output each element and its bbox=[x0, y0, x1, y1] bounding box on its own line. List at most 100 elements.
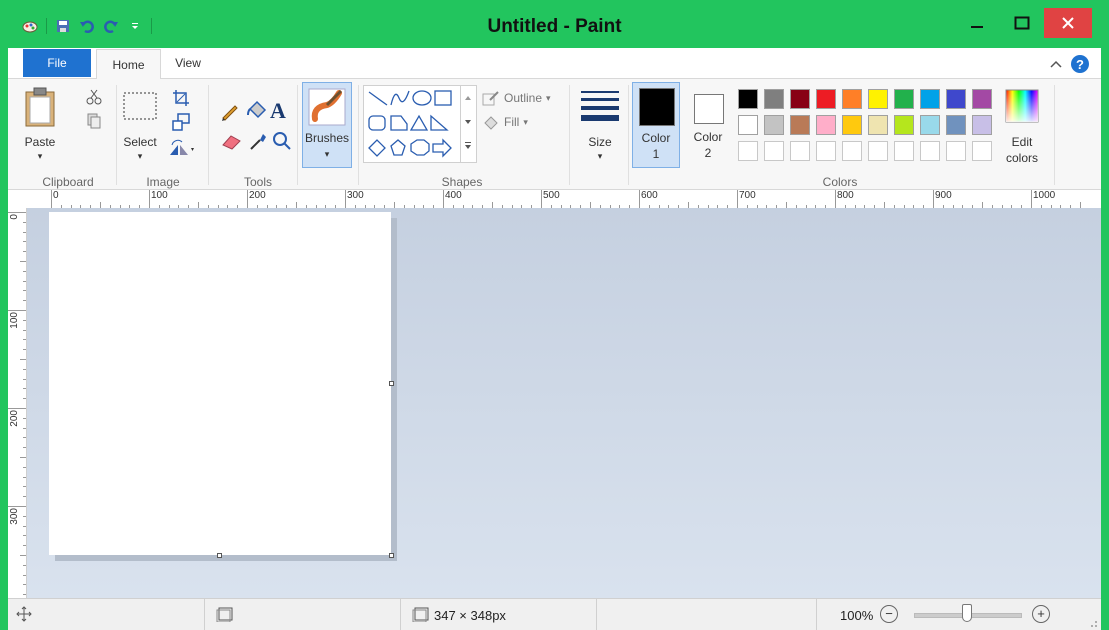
palette-swatch[interactable] bbox=[868, 115, 888, 135]
palette-swatch[interactable] bbox=[816, 115, 836, 135]
brush-icon bbox=[308, 88, 346, 126]
ruler-v-label: 200 bbox=[9, 410, 20, 427]
palette-swatch[interactable] bbox=[972, 115, 992, 135]
close-button[interactable] bbox=[1044, 8, 1092, 38]
paste-label: Paste bbox=[24, 135, 56, 149]
shapes-scroll[interactable] bbox=[460, 86, 477, 162]
palette-swatch[interactable] bbox=[764, 115, 784, 135]
custom-color-slot[interactable] bbox=[920, 141, 940, 161]
palette-swatch[interactable] bbox=[972, 89, 992, 109]
shapes-icons bbox=[368, 90, 452, 158]
resize-icon[interactable] bbox=[172, 113, 190, 131]
collapse-ribbon-button[interactable] bbox=[1048, 56, 1064, 72]
magnifier-icon[interactable] bbox=[272, 131, 292, 151]
copy-icon[interactable] bbox=[86, 113, 102, 129]
canvas-size-readout: 347 × 348px bbox=[434, 608, 506, 623]
shapes-gallery[interactable] bbox=[363, 85, 477, 163]
ruler-h-label: 800 bbox=[837, 190, 854, 201]
palette-swatch[interactable] bbox=[738, 115, 758, 135]
size-button[interactable]: Size ▾ bbox=[574, 85, 626, 165]
tab-home[interactable]: Home bbox=[96, 49, 161, 79]
select-button[interactable]: Select ▾ bbox=[118, 85, 162, 165]
chevron-up-icon bbox=[1050, 60, 1062, 68]
size-icon bbox=[581, 91, 619, 121]
palette-swatch[interactable] bbox=[946, 89, 966, 109]
palette-swatch[interactable] bbox=[868, 89, 888, 109]
paint-window: Untitled - Paint File Home View ? Paste bbox=[0, 0, 1109, 630]
ruler-h-label: 300 bbox=[347, 190, 364, 201]
brushes-button[interactable]: Brushes ▾ bbox=[302, 82, 352, 168]
custom-color-slot[interactable] bbox=[972, 141, 992, 161]
resize-handle-bottom[interactable] bbox=[217, 553, 222, 558]
color1-button[interactable]: Color 1 bbox=[632, 82, 680, 168]
status-bar: 347 × 348px 100% − + bbox=[8, 598, 1101, 630]
custom-color-slot[interactable] bbox=[894, 141, 914, 161]
zoom-in-button[interactable]: + bbox=[1032, 605, 1050, 623]
crop-icon[interactable] bbox=[172, 89, 190, 107]
palette-swatch[interactable] bbox=[816, 89, 836, 109]
shapes-group-label: Shapes bbox=[441, 175, 483, 189]
resize-handle-right[interactable] bbox=[389, 381, 394, 386]
zoom-out-button[interactable]: − bbox=[880, 605, 898, 623]
fill-bucket-icon[interactable] bbox=[246, 99, 268, 121]
custom-color-slot[interactable] bbox=[868, 141, 888, 161]
custom-color-slot[interactable] bbox=[816, 141, 836, 161]
ribbon-tabs: File Home View ? bbox=[8, 48, 1101, 79]
tab-view[interactable]: View bbox=[164, 49, 212, 77]
custom-color-slot[interactable] bbox=[946, 141, 966, 161]
color1-number: 1 bbox=[652, 147, 660, 161]
drawing-canvas[interactable] bbox=[49, 212, 391, 555]
palette-swatch[interactable] bbox=[946, 115, 966, 135]
palette-swatch[interactable] bbox=[920, 115, 940, 135]
vertical-ruler: 0 100 200 300 bbox=[8, 208, 27, 598]
outline-icon bbox=[482, 91, 499, 106]
palette-swatch[interactable] bbox=[894, 89, 914, 109]
resize-handle-corner[interactable] bbox=[389, 553, 394, 558]
edit-colors-button[interactable]: Edit colors bbox=[1000, 85, 1044, 165]
select-dropdown-arrow: ▾ bbox=[137, 151, 143, 161]
ruler-h-label: 600 bbox=[641, 190, 658, 201]
help-button[interactable]: ? bbox=[1071, 55, 1089, 73]
pencil-icon[interactable] bbox=[220, 101, 240, 121]
outline-button[interactable]: Outline ▾ bbox=[482, 89, 551, 107]
palette-swatch[interactable] bbox=[738, 89, 758, 109]
custom-color-slot[interactable] bbox=[790, 141, 810, 161]
palette-swatch[interactable] bbox=[790, 89, 810, 109]
text-tool-icon[interactable]: A bbox=[270, 98, 286, 124]
palette-swatch[interactable] bbox=[842, 89, 862, 109]
resize-grip-icon[interactable] bbox=[1088, 618, 1098, 628]
paste-button[interactable]: Paste ▾ bbox=[18, 85, 62, 165]
window-title: Untitled - Paint bbox=[487, 16, 622, 37]
zoom-slider-thumb[interactable] bbox=[962, 604, 972, 622]
eraser-icon[interactable] bbox=[220, 133, 242, 151]
palette-swatch[interactable] bbox=[920, 89, 940, 109]
paste-icon bbox=[25, 87, 55, 127]
fill-button[interactable]: Fill ▾ bbox=[482, 113, 528, 131]
colors-group-label: Colors bbox=[822, 175, 858, 189]
title-bar: Untitled - Paint bbox=[8, 8, 1101, 48]
custom-color-slot[interactable] bbox=[842, 141, 862, 161]
ruler-h-label: 400 bbox=[445, 190, 462, 201]
color2-button[interactable]: Color 2 bbox=[684, 82, 732, 168]
tab-file[interactable]: File bbox=[23, 49, 91, 77]
rotate-icon[interactable] bbox=[168, 139, 194, 157]
fill-caret: ▾ bbox=[523, 116, 528, 127]
close-icon bbox=[1062, 17, 1074, 29]
color-picker-icon[interactable] bbox=[248, 131, 268, 151]
edit-colors-line2: colors bbox=[1005, 151, 1038, 165]
canvas-area[interactable] bbox=[27, 208, 1101, 598]
minimize-button[interactable] bbox=[954, 8, 999, 38]
maximize-icon bbox=[1014, 16, 1029, 30]
selection-size-icon bbox=[216, 607, 233, 622]
palette-swatch[interactable] bbox=[764, 89, 784, 109]
custom-color-slot[interactable] bbox=[738, 141, 758, 161]
palette-swatch[interactable] bbox=[790, 115, 810, 135]
edit-colors-line1: Edit bbox=[1011, 135, 1033, 149]
palette-swatch[interactable] bbox=[842, 115, 862, 135]
custom-color-slot[interactable] bbox=[764, 141, 784, 161]
maximize-button[interactable] bbox=[999, 8, 1044, 38]
cut-icon[interactable] bbox=[86, 89, 102, 105]
ruler-v-label: 0 bbox=[9, 214, 20, 220]
palette-swatch[interactable] bbox=[894, 115, 914, 135]
image-group-label: Image bbox=[146, 175, 180, 189]
